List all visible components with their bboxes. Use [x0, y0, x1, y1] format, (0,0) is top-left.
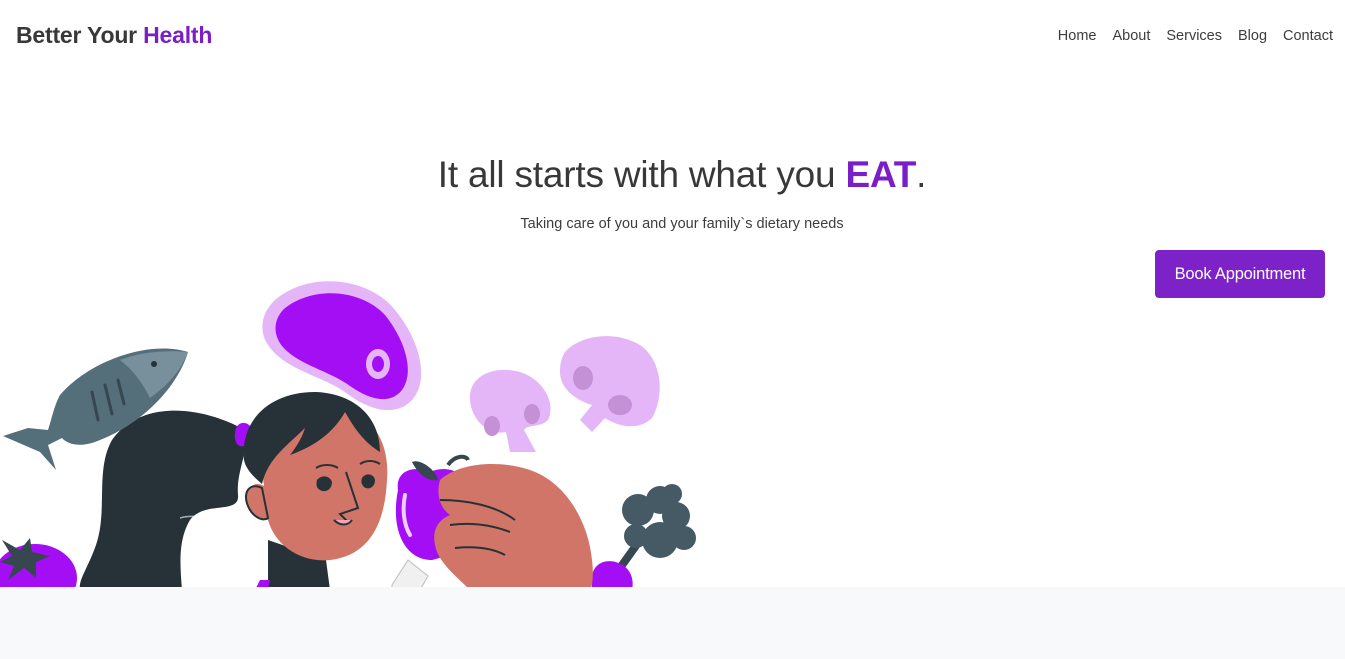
hero-subtitle: Taking care of you and your family`s die…: [520, 216, 844, 232]
nav-services[interactable]: Services: [1166, 28, 1222, 44]
footer-band: [0, 587, 1345, 659]
broccoli-icon: [616, 484, 696, 572]
hero-title: It all starts with what you EAT.: [0, 154, 1345, 196]
mushroom-icon: [469, 336, 660, 452]
page: Better Your Health Home About Services B…: [0, 0, 1345, 659]
nav-blog[interactable]: Blog: [1238, 28, 1267, 44]
tomato-icon: [0, 538, 77, 587]
brand-logo[interactable]: Better Your Health: [16, 22, 212, 49]
hand-icon: [434, 464, 593, 587]
hero-title-suffix: .: [916, 154, 927, 195]
nav-contact[interactable]: Contact: [1283, 28, 1333, 44]
hero-title-accent: EAT: [845, 154, 917, 195]
nav-about[interactable]: About: [1112, 28, 1150, 44]
brand-prefix: Better Your: [16, 22, 137, 48]
hero-title-prefix: It all starts with what you: [437, 154, 836, 195]
hero-illustration: [0, 281, 696, 587]
steak-icon: [262, 281, 422, 411]
main-nav: Home About Services Blog Contact: [1058, 28, 1333, 44]
book-appointment-button[interactable]: Book Appointment: [1155, 250, 1325, 298]
nav-home[interactable]: Home: [1058, 28, 1097, 44]
girl-icon: [234, 392, 388, 587]
brand-accent: Health: [143, 22, 213, 48]
